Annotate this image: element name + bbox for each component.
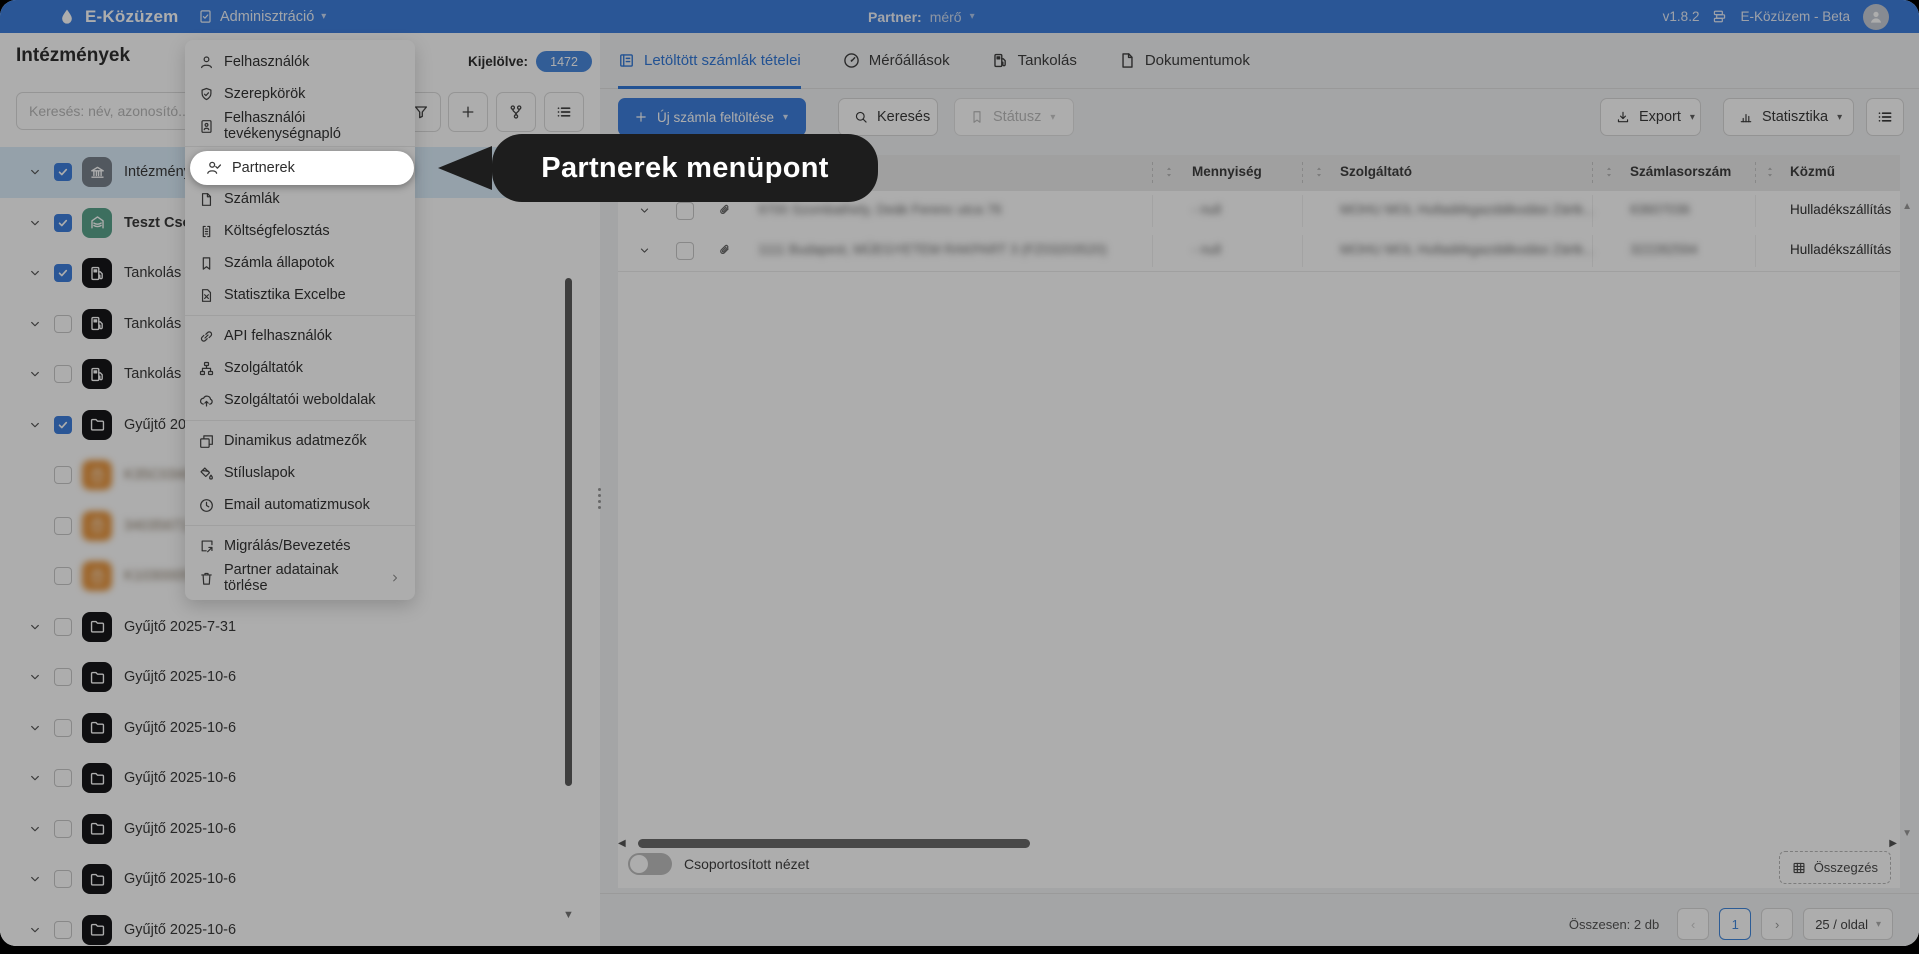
tour-dim-overlay <box>0 0 1919 946</box>
tour-tooltip: Partnerek menüpont <box>492 134 878 202</box>
app-window: E-Közüzem Adminisztráció ▾ Partner: mérő… <box>0 0 1919 946</box>
tooltip-text: Partnerek menüpont <box>541 152 828 185</box>
user-check-icon <box>206 160 222 176</box>
partnerek-label: Partnerek <box>232 160 295 176</box>
tooltip-arrow <box>438 146 492 190</box>
menu-item-partnerek-highlighted[interactable]: Partnerek <box>190 151 414 185</box>
